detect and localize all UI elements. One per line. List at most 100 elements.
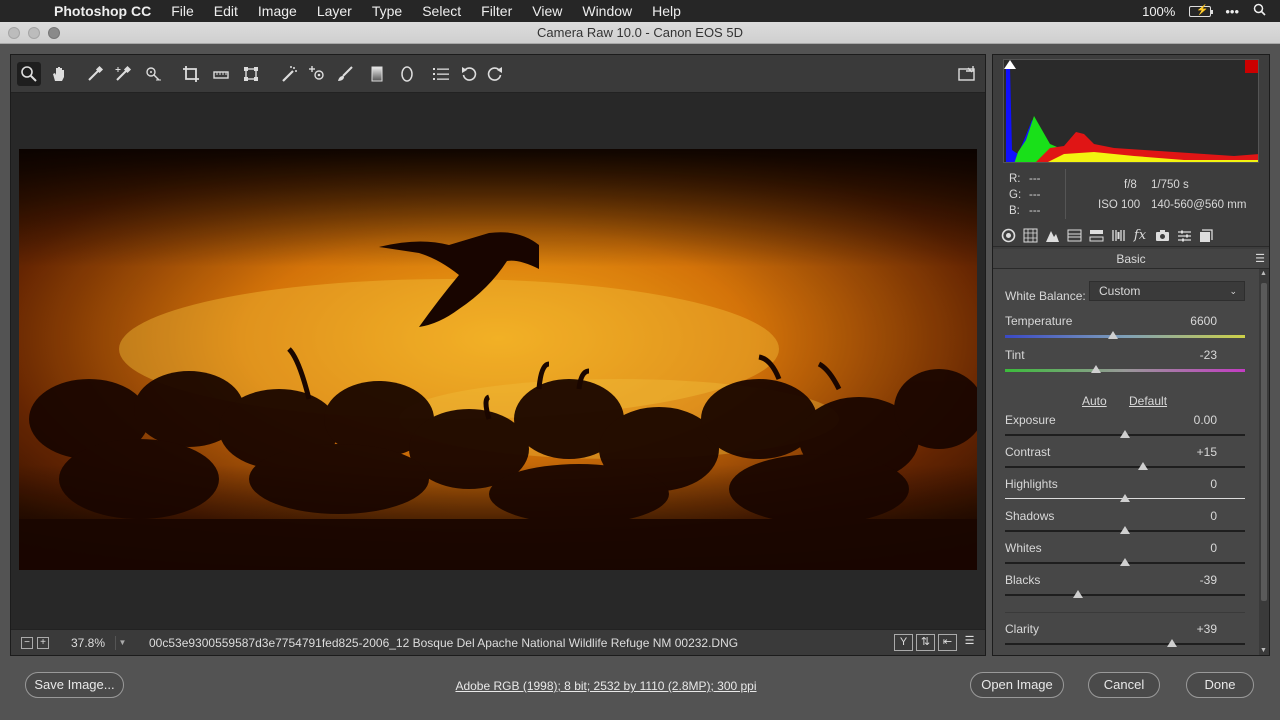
red-eye-removal-tool-icon[interactable]	[305, 62, 329, 86]
panel-scrollbar[interactable]: ▲ ▼	[1259, 269, 1269, 655]
lens-corrections-tab-icon[interactable]	[1109, 227, 1127, 245]
slider-value[interactable]: 6600	[1175, 314, 1235, 328]
highlight-clipping-warning-icon[interactable]	[1245, 60, 1258, 73]
preview-preferences-icon[interactable]: ☰	[960, 634, 979, 651]
menu-filter[interactable]: Filter	[471, 3, 522, 19]
white-balance-dropdown[interactable]: Custom ⌄	[1089, 281, 1245, 301]
tint-slider[interactable]: Tint -23	[1005, 348, 1245, 378]
camera-calibration-tab-icon[interactable]	[1153, 227, 1171, 245]
menu-type[interactable]: Type	[362, 3, 412, 19]
copy-settings-icon[interactable]: ⇤	[938, 634, 957, 651]
slider-track[interactable]	[1005, 643, 1245, 645]
slider-track[interactable]	[1005, 466, 1245, 468]
default-link[interactable]: Default	[1129, 394, 1167, 408]
slider-value[interactable]: +39	[1175, 622, 1235, 636]
highlights-slider[interactable]: Highlights 0	[1005, 477, 1245, 507]
slider-track[interactable]	[1005, 335, 1245, 338]
zoom-tool-icon[interactable]	[17, 62, 41, 86]
slider-thumb[interactable]	[1166, 639, 1177, 647]
swap-settings-icon[interactable]: ⇅	[916, 634, 935, 651]
blacks-slider[interactable]: Blacks -39	[1005, 573, 1245, 603]
open-image-button[interactable]: Open Image	[970, 672, 1064, 698]
contrast-slider[interactable]: Contrast +15	[1005, 445, 1245, 475]
whites-slider[interactable]: Whites 0	[1005, 541, 1245, 571]
slider-thumb[interactable]	[1091, 365, 1102, 373]
workflow-options-link[interactable]: Adobe RGB (1998); 8 bit; 2532 by 1110 (2…	[380, 679, 832, 693]
menu-image[interactable]: Image	[248, 3, 307, 19]
scroll-down-icon[interactable]: ▼	[1260, 647, 1267, 654]
scroll-up-icon[interactable]: ▲	[1260, 270, 1267, 277]
photo-preview[interactable]	[19, 149, 977, 570]
cancel-button[interactable]: Cancel	[1088, 672, 1160, 698]
slider-track[interactable]	[1005, 369, 1245, 372]
shadows-slider[interactable]: Shadows 0	[1005, 509, 1245, 539]
transform-tool-icon[interactable]	[239, 62, 263, 86]
exposure-slider[interactable]: Exposure 0.00	[1005, 413, 1245, 443]
hsl-tab-icon[interactable]	[1065, 227, 1083, 245]
panel-menu-icon[interactable]: ☰	[1255, 249, 1265, 269]
zoom-dropdown-chevron-icon[interactable]: ▼	[115, 635, 129, 650]
presets-tab-icon[interactable]	[1175, 227, 1193, 245]
done-button[interactable]: Done	[1186, 672, 1254, 698]
slider-thumb[interactable]	[1120, 526, 1130, 534]
slider-thumb[interactable]	[1138, 462, 1148, 470]
auto-link[interactable]: Auto	[1082, 394, 1107, 408]
effects-tab-icon[interactable]: fx	[1131, 227, 1149, 245]
slider-track[interactable]	[1005, 594, 1245, 596]
basic-tab-icon[interactable]	[999, 227, 1017, 245]
slider-value[interactable]: +15	[1175, 445, 1235, 459]
menu-window[interactable]: Window	[572, 3, 642, 19]
slider-value[interactable]: 0	[1175, 509, 1235, 523]
zoom-window-button[interactable]	[48, 27, 60, 39]
before-after-view-button[interactable]: Y	[894, 634, 913, 651]
menu-file[interactable]: File	[161, 3, 204, 19]
tone-curve-tab-icon[interactable]	[1021, 227, 1039, 245]
minimize-window-button[interactable]	[28, 27, 40, 39]
hand-tool-icon[interactable]	[47, 62, 71, 86]
slider-value[interactable]: 0	[1175, 477, 1235, 491]
adjustment-brush-icon[interactable]	[333, 62, 357, 86]
scrollbar-thumb[interactable]	[1261, 283, 1267, 601]
slider-thumb[interactable]	[1120, 558, 1130, 566]
menu-help[interactable]: Help	[642, 3, 691, 19]
slider-value[interactable]: -39	[1175, 573, 1235, 587]
crop-tool-icon[interactable]	[179, 62, 203, 86]
menu-view[interactable]: View	[522, 3, 572, 19]
spot-removal-tool-icon[interactable]	[277, 62, 301, 86]
radial-filter-icon[interactable]	[395, 62, 419, 86]
camera-info: R: --- G: --- B: --- f/8 1/750 s ISO 100…	[993, 167, 1269, 223]
menu-edit[interactable]: Edit	[204, 3, 248, 19]
slider-thumb[interactable]	[1073, 590, 1084, 598]
white-balance-tool-icon[interactable]	[83, 62, 107, 86]
close-window-button[interactable]	[8, 27, 20, 39]
slider-thumb[interactable]	[1120, 494, 1130, 502]
preferences-list-icon[interactable]	[429, 62, 453, 86]
battery-icon[interactable]: ⚡	[1189, 5, 1214, 17]
menu-layer[interactable]: Layer	[307, 3, 362, 19]
detail-tab-icon[interactable]	[1043, 227, 1061, 245]
snapshots-tab-icon[interactable]	[1197, 227, 1215, 245]
slider-thumb[interactable]	[1108, 331, 1118, 339]
zoom-in-button[interactable]: +	[37, 636, 49, 649]
clarity-slider[interactable]: Clarity +39	[1005, 622, 1245, 652]
shadow-clipping-warning-icon[interactable]	[1004, 60, 1016, 69]
zoom-out-button[interactable]: −	[21, 636, 33, 649]
straighten-tool-icon[interactable]	[209, 62, 233, 86]
color-sampler-tool-icon[interactable]	[111, 62, 135, 86]
slider-value[interactable]: 0.00	[1175, 413, 1235, 427]
slider-value[interactable]: 0	[1175, 541, 1235, 555]
split-toning-tab-icon[interactable]	[1087, 227, 1105, 245]
graduated-filter-icon[interactable]	[365, 62, 389, 86]
targeted-adjustment-tool-icon[interactable]	[141, 62, 165, 86]
rotate-right-icon[interactable]	[483, 62, 507, 86]
slider-thumb[interactable]	[1120, 430, 1130, 438]
rotate-left-icon[interactable]	[457, 62, 481, 86]
save-image-button[interactable]: Save Image...	[25, 672, 124, 698]
slider-value[interactable]: -23	[1175, 348, 1235, 362]
more-icon[interactable]: •••	[1225, 4, 1239, 19]
temperature-slider[interactable]: Temperature 6600	[1005, 314, 1245, 344]
spotlight-search-icon[interactable]	[1253, 3, 1266, 19]
menu-app-name[interactable]: Photoshop CC	[44, 3, 161, 19]
toggle-fullscreen-icon[interactable]	[955, 62, 979, 86]
menu-select[interactable]: Select	[412, 3, 471, 19]
